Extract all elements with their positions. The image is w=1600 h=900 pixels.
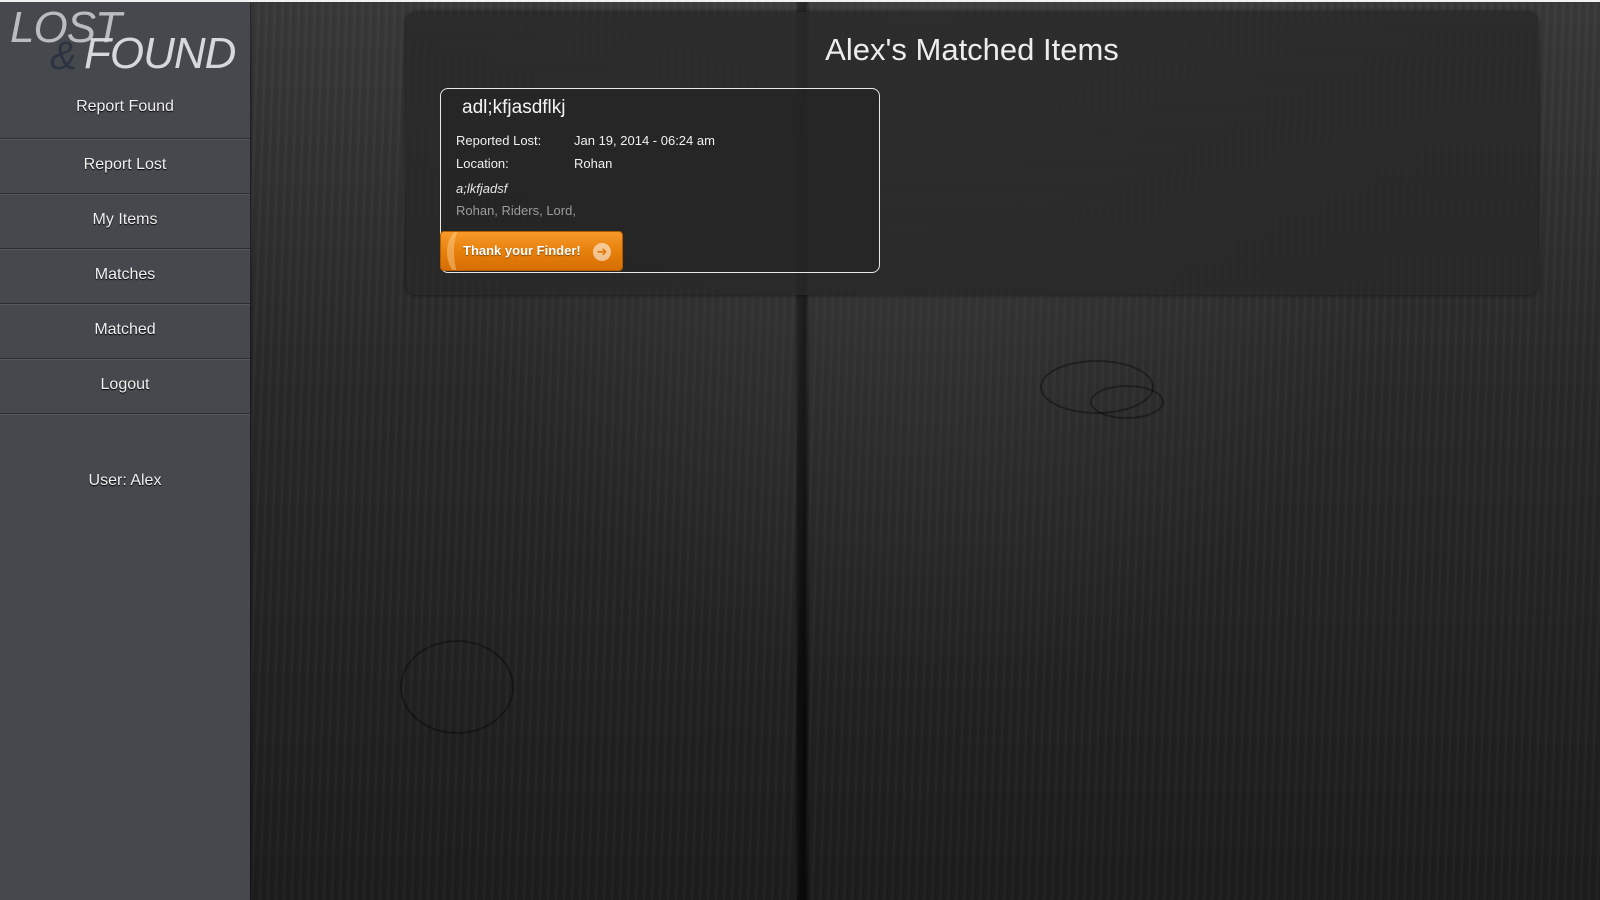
logo-ampersand: &: [50, 34, 77, 78]
sidebar-item-matches[interactable]: Matches: [0, 249, 250, 304]
logo-found-text: FOUND: [84, 29, 236, 78]
location-label: Location:: [456, 156, 509, 171]
site-logo[interactable]: LOST & FOUND: [0, 2, 250, 81]
location-value: Rohan: [574, 156, 613, 171]
arrow-right-circle-icon: ➜: [593, 243, 611, 261]
sidebar: LOST & FOUND Report Found Report Lost My…: [0, 2, 250, 900]
item-tags: Rohan, Riders, Lord,: [456, 203, 576, 218]
reported-label: Reported Lost:: [456, 133, 542, 148]
sidebar-item-my-items[interactable]: My Items: [0, 194, 250, 249]
wood-knot: [1090, 385, 1164, 419]
item-name: adl;kfjasdflkj: [462, 97, 566, 118]
sidebar-item-report-found[interactable]: Report Found: [0, 81, 250, 139]
sidebar-item-matched[interactable]: Matched: [0, 304, 250, 359]
thank-finder-label: Thank your Finder!: [463, 243, 581, 258]
top-border: [0, 0, 1600, 2]
current-user-label: User: Alex: [88, 472, 162, 489]
matched-items-panel: Alex's Matched Items adl;kfjasdflkj Repo…: [406, 12, 1538, 295]
sidebar-item-report-lost[interactable]: Report Lost: [0, 139, 250, 194]
page-title: Alex's Matched Items: [825, 32, 1119, 67]
item-description: a;lkfjadsf: [456, 181, 508, 196]
sidebar-item-logout[interactable]: Logout: [0, 359, 250, 414]
reported-value: Jan 19, 2014 - 06:24 am: [574, 133, 715, 148]
thank-finder-button[interactable]: Thank your Finder! ➜: [440, 231, 623, 271]
sidebar-nav: Report Found Report Lost My Items Matche…: [0, 81, 250, 414]
item-card: adl;kfjasdflkj Reported Lost: Jan 19, 20…: [440, 88, 880, 273]
wood-knot: [400, 640, 514, 734]
